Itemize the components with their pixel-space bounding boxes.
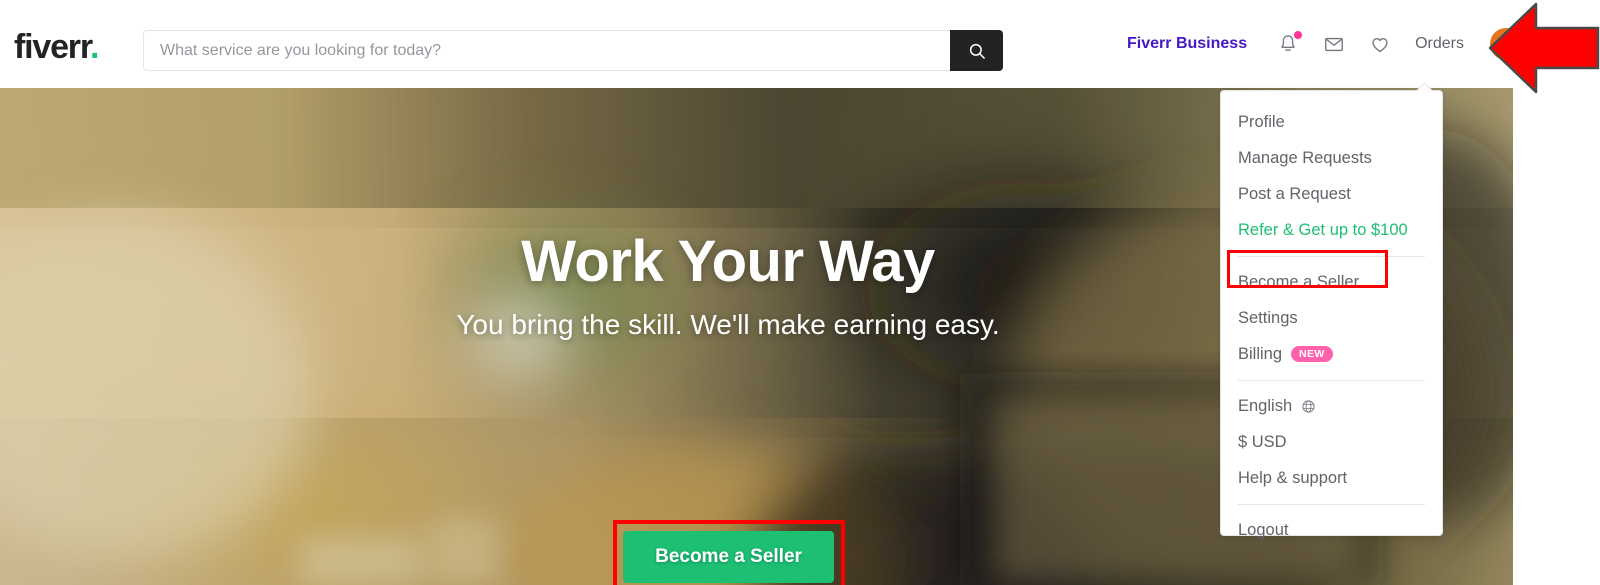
menu-item-profile[interactable]: Profile <box>1221 104 1442 140</box>
menu-divider-2 <box>1238 380 1425 381</box>
notifications-button[interactable] <box>1277 31 1303 55</box>
new-badge: NEW <box>1291 345 1333 363</box>
menu-item-billing-label: Billing <box>1238 344 1283 363</box>
page-root: fiverr. Fiverr Business <box>0 0 1600 585</box>
favorites-button[interactable] <box>1369 33 1391 55</box>
menu-item-logout[interactable]: Logout <box>1221 512 1442 548</box>
globe-icon <box>1301 399 1316 414</box>
notification-badge-dot <box>1294 31 1303 39</box>
red-arrow-annotation <box>1488 2 1600 94</box>
menu-item-manage-requests[interactable]: Manage Requests <box>1221 140 1442 176</box>
menu-item-billing[interactable]: Billing NEW <box>1221 336 1442 372</box>
hero-subtitle: You bring the skill. We'll make earning … <box>456 309 1000 340</box>
menu-item-help-support[interactable]: Help & support <box>1221 460 1442 496</box>
messages-button[interactable] <box>1323 33 1345 55</box>
avatar-dropdown-menu: Profile Manage Requests Post a Request R… <box>1220 90 1443 539</box>
search-button[interactable] <box>950 30 1003 71</box>
menu-item-language-label: English <box>1238 396 1293 415</box>
menu-item-post-a-request[interactable]: Post a Request <box>1221 176 1442 212</box>
menu-item-language[interactable]: English <box>1221 388 1442 424</box>
heart-icon <box>1372 37 1388 53</box>
envelope-icon <box>1325 37 1344 52</box>
fiverr-logo[interactable]: fiverr. <box>14 28 99 66</box>
menu-divider-3 <box>1238 504 1425 505</box>
search-bar <box>143 30 1003 71</box>
site-header: fiverr. Fiverr Business <box>0 0 1600 88</box>
logo-dot: . <box>89 28 99 66</box>
menu-item-become-a-seller[interactable]: Become a Seller <box>1221 264 1442 300</box>
hero-become-a-seller-button[interactable]: Become a Seller <box>623 531 834 583</box>
dropdown-caret-icon <box>1417 83 1432 92</box>
orders-link[interactable]: Orders <box>1415 35 1464 53</box>
search-icon <box>969 43 985 59</box>
menu-divider-1 <box>1238 256 1425 257</box>
menu-item-settings[interactable]: Settings <box>1221 300 1442 336</box>
hero-title: Work Your Way <box>521 229 935 294</box>
logo-wordmark: fiverr <box>14 28 91 66</box>
search-input[interactable] <box>143 30 950 71</box>
menu-item-refer[interactable]: Refer & Get up to $100 <box>1221 212 1442 248</box>
menu-item-currency[interactable]: $ USD <box>1221 424 1442 460</box>
fiverr-business-link[interactable]: Fiverr Business <box>1127 35 1247 53</box>
